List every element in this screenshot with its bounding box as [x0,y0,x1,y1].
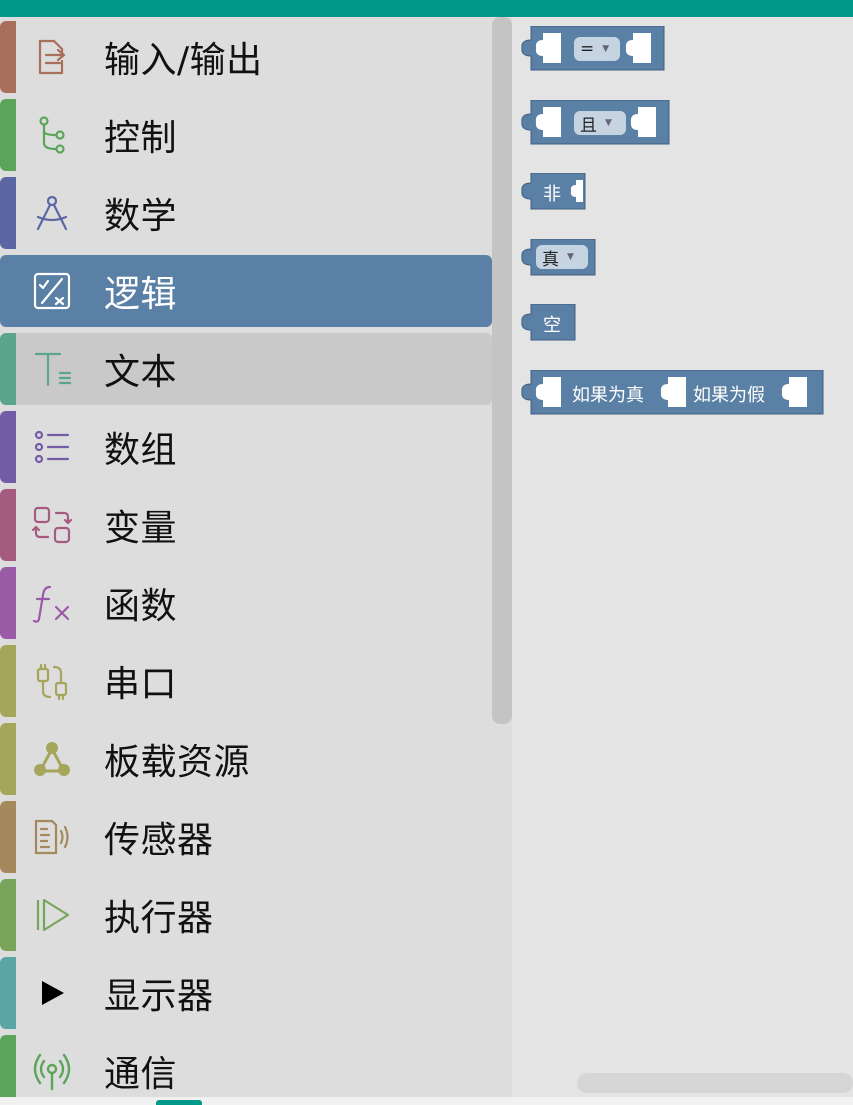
category-label: 变量 [104,508,178,549]
top-app-bar [0,0,853,17]
logic-icon [32,271,72,311]
category-toolbox: 输入/输出 控制 数学 逻辑 文本 数组 变量 函数 串口 板载资源 传感器 执… [0,17,512,1097]
category-label: 显示器 [104,976,214,1017]
category-io[interactable]: 输入/输出 [0,21,492,93]
logic-negate-block[interactable]: 非 [521,172,587,215]
block-flyout: = ▼ 且 ▼ 非 真 ▼ 空 如果为真 如果为假 [512,17,853,1097]
text-icon [32,349,72,389]
category-logic[interactable]: 逻辑 [0,255,492,327]
category-board-resources[interactable]: 板载资源 [0,723,492,795]
category-label: 输入/输出 [104,40,263,81]
category-label: 串口 [104,664,178,705]
logic-compare-block[interactable]: = ▼ [521,25,666,76]
serial-plug-icon [32,661,72,701]
actuator-icon [32,895,72,935]
category-label: 逻辑 [104,274,178,315]
workspace-horizontal-scrollbar[interactable] [577,1073,853,1093]
compare-operator-dropdown[interactable]: = ▼ [574,37,620,61]
category-label: 函数 [104,586,178,627]
logic-operation-block[interactable]: 且 ▼ [521,99,671,150]
logic-null-block[interactable]: 空 [521,303,577,346]
category-display[interactable]: 显示器 [0,957,492,1029]
category-function[interactable]: 函数 [0,567,492,639]
logic-operator-dropdown[interactable]: 且 ▼ [574,111,626,136]
logic-boolean-block[interactable]: 真 ▼ [521,238,597,281]
function-icon [32,583,72,623]
variable-icon [32,505,72,545]
chevron-down-icon: ▼ [605,118,612,128]
category-serial[interactable]: 串口 [0,645,492,717]
ternary-if-false-label: 如果为假 [693,385,765,406]
broadcast-icon [32,1051,72,1091]
category-text[interactable]: 文本 [0,333,492,405]
category-math[interactable]: 数学 [0,177,492,249]
category-communication[interactable]: 通信 [0,1035,492,1097]
negate-label: 非 [543,184,561,205]
bottom-tab-indicator[interactable] [156,1100,202,1105]
control-flow-icon [32,115,72,155]
category-label: 数学 [104,196,178,237]
compass-icon [32,193,72,233]
boolean-value-dropdown[interactable]: 真 ▼ [536,245,588,270]
category-sensor[interactable]: 传感器 [0,801,492,873]
category-label: 执行器 [104,898,214,939]
toolbox-scrollbar[interactable] [492,17,512,724]
null-label: 空 [543,315,561,336]
category-array[interactable]: 数组 [0,411,492,483]
category-variable[interactable]: 变量 [0,489,492,561]
category-label: 控制 [104,118,178,159]
play-icon [32,973,72,1013]
category-label: 文本 [104,352,178,393]
logic-ternary-block[interactable]: 如果为真 如果为假 [521,369,826,420]
category-label: 数组 [104,430,178,471]
logic-operator-value: 且 [580,115,597,136]
category-label: 通信 [104,1054,178,1095]
boolean-value: 真 [542,249,559,270]
list-icon [32,427,72,467]
chevron-down-icon: ▼ [602,44,610,54]
category-control[interactable]: 控制 [0,99,492,171]
category-label: 板载资源 [104,742,251,783]
ternary-if-true-label: 如果为真 [572,385,644,406]
category-actuator[interactable]: 执行器 [0,879,492,951]
compare-operator-value: = [580,39,595,59]
category-label: 传感器 [104,820,214,861]
sensor-icon [32,817,72,857]
chevron-down-icon: ▼ [567,252,574,262]
bottom-bar [0,1097,853,1105]
board-resource-icon [32,739,72,779]
io-icon [32,37,72,77]
